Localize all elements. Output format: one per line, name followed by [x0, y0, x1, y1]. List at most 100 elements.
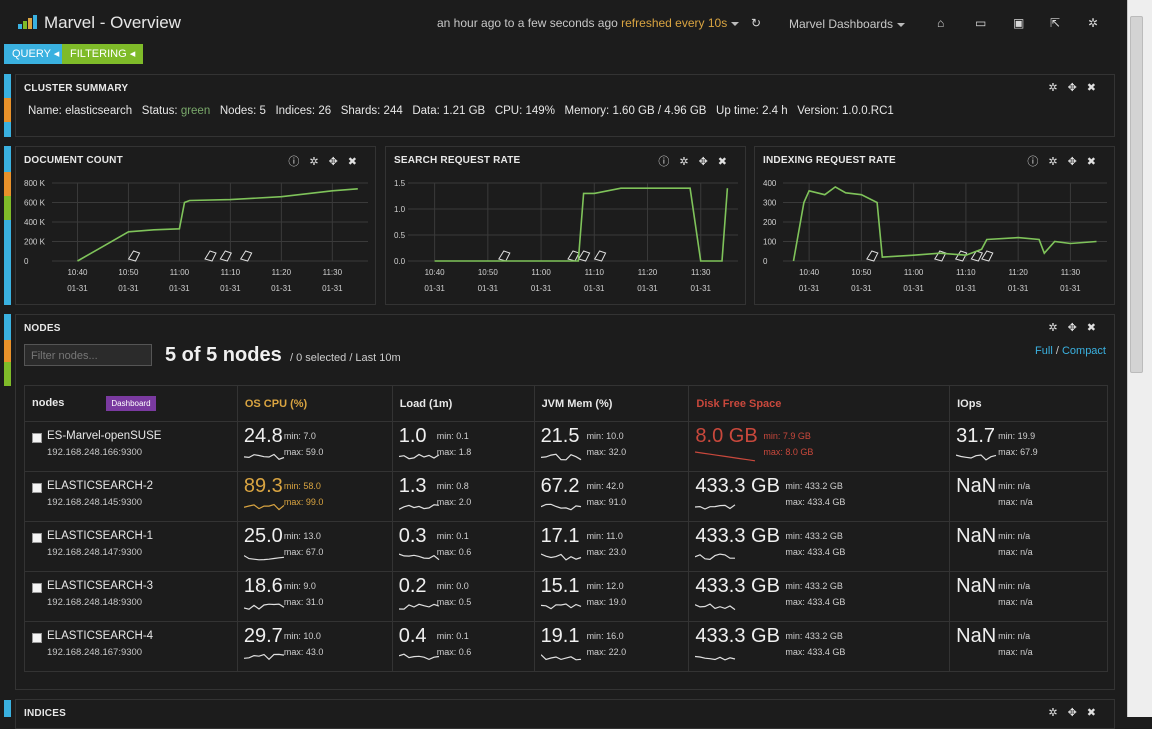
metric-value: 433.3 GB	[695, 525, 780, 547]
folder-open-icon[interactable]: ▭	[975, 16, 986, 30]
move-icon[interactable]: ✥	[329, 156, 348, 168]
x-tick-label: 11:30	[323, 268, 343, 277]
annotation-marker[interactable]	[219, 250, 232, 262]
gear-icon[interactable]: ✲	[679, 156, 698, 168]
col-header-iops[interactable]: IOps	[949, 385, 1108, 422]
save-icon[interactable]: ▣	[1013, 16, 1024, 30]
metric-cell-iops: 31.7 min: 19.9 max: 67.9	[949, 421, 1108, 472]
y-tick-label: 600 K	[24, 199, 46, 208]
dashboard-button[interactable]: Dashboard	[106, 396, 156, 411]
nodes-table: nodes Dashboard OS CPU (%) Load (1m) JVM …	[24, 385, 1108, 672]
compact-view-link[interactable]: Compact	[1062, 345, 1106, 357]
metric-value: 0.3	[398, 525, 427, 547]
filtering-toggle[interactable]: FILTERING ◂	[62, 44, 144, 64]
annotation-marker[interactable]	[567, 250, 580, 262]
sparkline-path	[956, 454, 997, 461]
info-icon[interactable]: ⓘ	[288, 156, 309, 168]
sparkline-path	[695, 655, 736, 661]
sparkline	[695, 603, 736, 611]
x-tick-label: 10:50	[118, 268, 139, 277]
row-collapse-stripe[interactable]	[4, 146, 11, 305]
scrollbar-thumb[interactable]	[1130, 16, 1143, 373]
info-icon[interactable]: ⓘ	[1027, 156, 1048, 168]
annotation-marker[interactable]	[954, 250, 968, 262]
close-icon[interactable]: ✖	[1087, 156, 1106, 168]
sparkline	[243, 503, 285, 511]
close-icon[interactable]: ✖	[1087, 322, 1106, 334]
metric-cell-jvm: 17.1 min: 11.0 max: 23.0	[533, 521, 690, 572]
metric-max: max: 67.9	[998, 447, 1038, 457]
home-icon[interactable]: ⌂	[937, 16, 944, 30]
info-icon[interactable]: ⓘ	[658, 156, 679, 168]
metric-min: min: 13.0	[283, 531, 321, 541]
metric-value: 1.0	[398, 425, 427, 447]
dashboards-menu[interactable]: Marvel Dashboards	[789, 17, 906, 31]
metric-cell-disk: 433.3 GB min: 433.2 GB max: 433.4 GB	[688, 621, 951, 672]
annotation-marker[interactable]	[239, 250, 253, 262]
search-request-rate-panel: SEARCH REQUEST RATE ⓘ✲✥✖ 0.0 0.5 1.0 1.5 10:…	[385, 146, 746, 305]
x-tick-label: 11:30	[691, 268, 711, 277]
y-tick-label: 400 K	[24, 218, 46, 227]
col-header-load[interactable]: Load (1m)	[391, 385, 535, 422]
time-range-picker[interactable]: an hour ago to a few seconds ago refresh…	[437, 16, 740, 30]
move-icon[interactable]: ✥	[1068, 707, 1087, 719]
move-icon[interactable]: ✥	[1068, 322, 1087, 334]
col-header-disk[interactable]: Disk Free Space	[688, 385, 951, 422]
node-select-checkbox[interactable]	[32, 583, 42, 593]
move-icon[interactable]: ✥	[699, 156, 718, 168]
close-icon[interactable]: ✖	[348, 156, 367, 168]
node-select-checkbox[interactable]	[32, 483, 42, 493]
col-header-cpu[interactable]: OS CPU (%)	[236, 385, 393, 422]
node-name[interactable]: ELASTICSEARCH-2	[47, 480, 153, 492]
node-name[interactable]: ELASTICSEARCH-1	[47, 530, 153, 542]
share-icon[interactable]: ⇱	[1050, 16, 1060, 30]
metric-value: NaN	[956, 625, 997, 647]
row-collapse-stripe[interactable]	[4, 700, 11, 717]
close-icon[interactable]: ✖	[718, 156, 737, 168]
gear-icon[interactable]: ✲	[1048, 82, 1067, 94]
table-header-row: nodes Dashboard OS CPU (%) Load (1m) JVM …	[24, 385, 1108, 422]
full-view-link[interactable]: Full	[1035, 345, 1053, 357]
gear-icon[interactable]: ✲	[1088, 16, 1098, 30]
close-icon[interactable]: ✖	[1087, 82, 1106, 94]
annotation-marker[interactable]	[577, 250, 591, 262]
refresh-icon[interactable]: ↻	[751, 16, 761, 30]
gear-icon[interactable]: ✲	[309, 156, 328, 168]
close-icon[interactable]: ✖	[1087, 707, 1106, 719]
annotation-marker[interactable]	[981, 250, 994, 262]
move-icon[interactable]: ✥	[1068, 82, 1087, 94]
x-tick-sublabel: 01-31	[478, 284, 499, 293]
x-tick-sublabel: 01-31	[637, 284, 658, 293]
annotation-marker[interactable]	[498, 250, 511, 262]
node-name[interactable]: ELASTICSEARCH-3	[47, 580, 153, 592]
col-header-jvm[interactable]: JVM Mem (%)	[533, 385, 690, 422]
node-select-checkbox[interactable]	[32, 533, 42, 543]
annotation-marker[interactable]	[593, 250, 607, 262]
x-tick-label: 11:20	[638, 268, 658, 277]
annotation-marker[interactable]	[204, 250, 217, 262]
node-select-checkbox[interactable]	[32, 433, 42, 443]
move-icon[interactable]: ✥	[1068, 156, 1087, 168]
col-header-nodes[interactable]: nodes Dashboard	[24, 385, 238, 422]
annotation-marker[interactable]	[127, 250, 141, 262]
gear-icon[interactable]: ✲	[1048, 156, 1067, 168]
filter-nodes-input[interactable]: Filter nodes...	[24, 344, 152, 366]
x-tick-label: 10:50	[851, 268, 872, 277]
metric-min: min: 12.0	[586, 581, 624, 591]
node-select-checkbox[interactable]	[32, 633, 42, 643]
metric-value: 8.0 GB	[695, 425, 758, 447]
panel-title: INDICES	[24, 708, 66, 719]
sparkline-path	[540, 503, 581, 511]
metric-max: max: 67.0	[283, 547, 324, 557]
gear-icon[interactable]: ✲	[1048, 707, 1067, 719]
query-toggle[interactable]: QUERY ◂	[4, 44, 68, 64]
gear-icon[interactable]: ✲	[1048, 322, 1067, 334]
metric-value: 19.1	[540, 625, 580, 647]
x-tick-sublabel: 01-31	[799, 284, 820, 293]
vertical-scrollbar[interactable]	[1127, 0, 1152, 717]
node-name[interactable]: ES-Marvel-openSUSE	[47, 430, 161, 442]
annotation-marker[interactable]	[866, 250, 879, 262]
node-address: 192.168.248.166:9300	[47, 447, 143, 458]
metric-cell-iops: NaN min: n/a max: n/a	[949, 471, 1108, 522]
node-name[interactable]: ELASTICSEARCH-4	[47, 630, 153, 642]
